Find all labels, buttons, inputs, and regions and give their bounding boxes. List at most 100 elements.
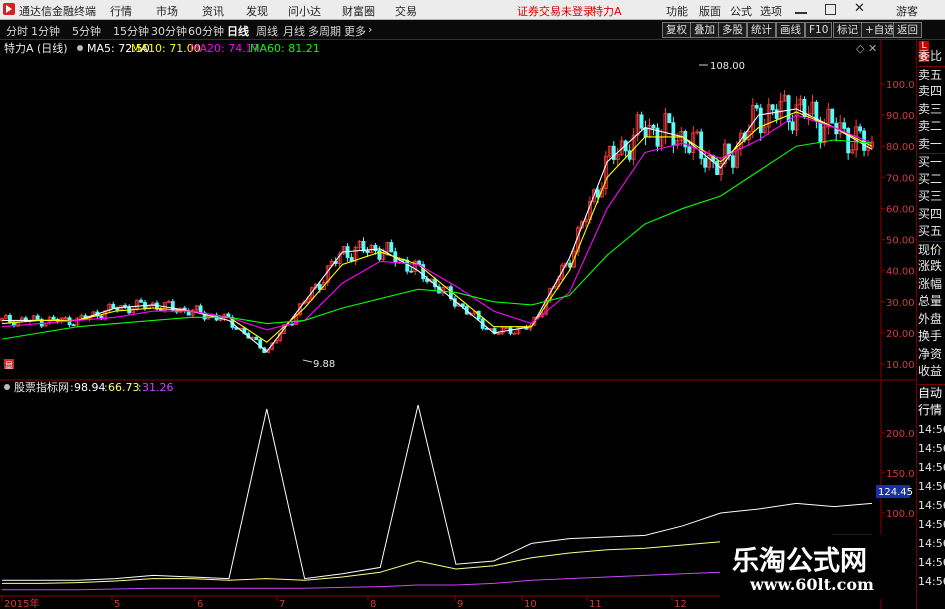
- overlay-button[interactable]: 叠加: [690, 22, 719, 38]
- period-tab-1min[interactable]: 1分钟: [31, 23, 60, 39]
- candle-body: [758, 107, 763, 134]
- chart-close-icon[interactable]: ✕: [868, 42, 877, 55]
- x-tick-label: 11: [589, 599, 602, 609]
- period-tab-60min[interactable]: 60分钟: [188, 23, 224, 39]
- candle-body: [639, 114, 644, 129]
- trade-time: 14:56: [918, 423, 945, 436]
- close-icon[interactable]: ✕: [854, 1, 865, 16]
- quote-item: 卖三: [918, 101, 943, 116]
- indicator-settings-icon[interactable]: [4, 384, 10, 390]
- kline-chart[interactable]: 特力A (日线) MA5: 72.50 MA10: 71.00 MA20: 74…: [0, 40, 916, 609]
- x-tick-label: 5: [114, 599, 120, 609]
- quote-item: 换手: [918, 329, 943, 343]
- menu-wealth[interactable]: 财富圈: [342, 3, 375, 19]
- minimize-icon[interactable]: [795, 4, 807, 14]
- x-tick-label: 10: [524, 599, 537, 609]
- menu-discover[interactable]: 发现: [246, 3, 268, 19]
- period-tab-30min[interactable]: 30分钟: [151, 23, 187, 39]
- menu-trade[interactable]: 交易: [395, 3, 417, 19]
- stats-button[interactable]: 统计: [747, 22, 776, 38]
- quote-item: 收益: [918, 364, 943, 378]
- indicator-name: 股票指标网: [14, 380, 69, 394]
- period-tab-monthly[interactable]: 月线: [283, 23, 305, 39]
- candle-body: [361, 240, 366, 252]
- candle-body: [858, 126, 862, 132]
- y-tick-label: 60.00: [886, 204, 915, 215]
- x-tick-label: 12: [674, 599, 687, 609]
- candle-body: [786, 95, 791, 123]
- candle-body: [770, 104, 775, 111]
- y-axis-ticks: 100.0 90.00 80.00 70.00 60.00 50.00 40.00 30.00…: [881, 80, 915, 371]
- quote-item: 买一: [918, 153, 945, 170]
- ind-tick-label: 200.0: [886, 429, 915, 440]
- x-tick-label: 9: [457, 599, 463, 609]
- menu-functions[interactable]: 功能: [666, 3, 688, 19]
- period-tab-timeshare[interactable]: 分时: [6, 23, 28, 39]
- menu-layout[interactable]: 版面: [699, 3, 721, 19]
- candle-body: [842, 122, 847, 129]
- period-tab-15min[interactable]: 15分钟: [113, 23, 149, 39]
- more-arrow-icon[interactable]: ›: [368, 23, 372, 36]
- f10-button[interactable]: F10: [805, 22, 833, 38]
- guest-label[interactable]: 游客: [896, 3, 918, 19]
- menu-bar: 通达信金融终端 行情 市场 资讯 发现 问小达 财富圈 交易 证券交易未登录 特…: [0, 0, 945, 20]
- quote-item: 委比: [918, 49, 943, 63]
- tab-auto[interactable]: 自动: [918, 384, 945, 401]
- menu-quotes[interactable]: 行情: [110, 3, 132, 19]
- candle-body: [802, 98, 807, 118]
- login-notice[interactable]: 证券交易未登录: [517, 3, 594, 19]
- y-tick-label: 40.00: [886, 267, 915, 278]
- period-toolbar: 分时 1分钟 5分钟 15分钟 30分钟 60分钟 日线 周线 月线 多周期 更…: [0, 20, 945, 40]
- candle-body: [71, 324, 76, 327]
- draw-line-button[interactable]: 画线: [776, 22, 805, 38]
- menu-news[interactable]: 资讯: [202, 3, 224, 19]
- candle-body: [159, 308, 163, 311]
- candle-body: [254, 336, 259, 341]
- indicator-value-3: 31.26: [142, 381, 174, 394]
- candle-body: [731, 155, 735, 168]
- x-tick-label: 7: [279, 599, 285, 609]
- candle-body: [198, 305, 203, 314]
- period-tab-multi[interactable]: 多周期: [308, 23, 341, 39]
- menu-market[interactable]: 市场: [156, 3, 178, 19]
- menu-options[interactable]: 选项: [760, 3, 782, 19]
- period-tab-daily[interactable]: 日线: [227, 23, 249, 39]
- period-tab-more[interactable]: 更多: [344, 23, 366, 39]
- adjust-button[interactable]: 复权: [662, 22, 691, 38]
- maximize-icon[interactable]: [825, 4, 836, 15]
- candle-body: [667, 113, 672, 124]
- candle-body: [754, 105, 759, 109]
- quote-item: 买四: [918, 206, 943, 221]
- multi-stock-button[interactable]: 多股: [718, 22, 747, 38]
- y-tick-label: 100.0: [886, 80, 915, 91]
- period-tab-weekly[interactable]: 周线: [256, 23, 278, 39]
- quote-item: 卖五: [918, 65, 945, 83]
- y-tick-label: 10.00: [886, 360, 915, 371]
- indicator-y-ticks: 200.0 150.0 100.0: [881, 429, 915, 520]
- min-price-label: 9.88: [313, 359, 335, 370]
- menu-formula[interactable]: 公式: [730, 3, 752, 19]
- candlestick-series: [0, 90, 874, 354]
- settings-dot-icon[interactable]: [77, 45, 83, 51]
- period-tab-5min[interactable]: 5分钟: [72, 23, 101, 39]
- current-value-label: 124.45: [878, 487, 913, 498]
- candle-body: [703, 158, 708, 168]
- trade-time: 14:56: [918, 461, 945, 474]
- menu-ask[interactable]: 问小达: [288, 3, 321, 19]
- ma-line-ma20: [1, 114, 873, 331]
- quote-item: 买二: [918, 171, 943, 186]
- candle-body: [715, 160, 719, 175]
- quote-item: 总量: [918, 294, 943, 308]
- tab-quotes[interactable]: 行情: [918, 402, 945, 418]
- mark-button[interactable]: 标记: [833, 22, 862, 38]
- ind-tick-label: 100.0: [886, 509, 915, 520]
- trade-time: 14:56: [918, 537, 945, 550]
- moving-average-lines: [1, 108, 873, 353]
- watermark-title: 乐淘公式网: [732, 546, 867, 577]
- chart-settings-icon[interactable]: ◇: [856, 42, 865, 55]
- back-button[interactable]: 返回: [893, 22, 922, 38]
- y-tick-label: 20.00: [886, 329, 915, 340]
- y-tick-label: 90.00: [886, 111, 915, 122]
- stock-label: 特力A: [4, 41, 34, 55]
- candle-body: [595, 189, 600, 198]
